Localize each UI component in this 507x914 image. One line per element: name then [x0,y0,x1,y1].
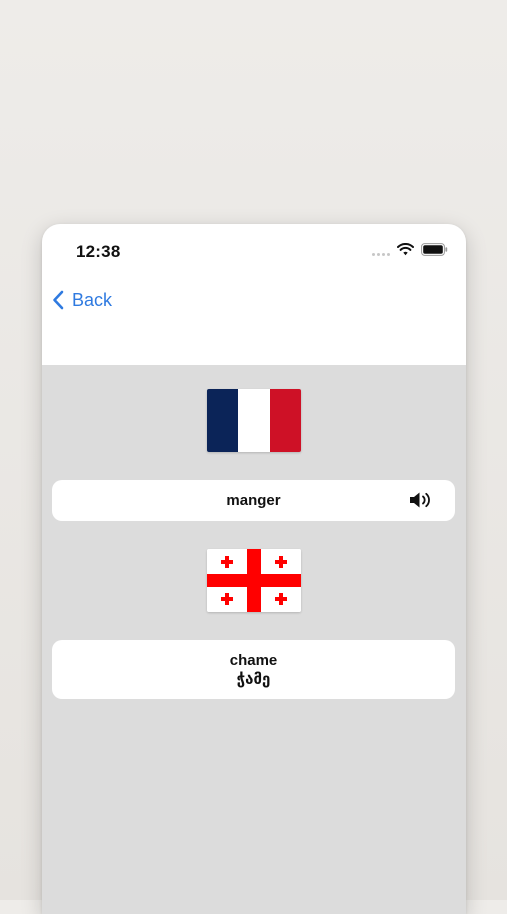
status-time: 12:38 [76,242,121,261]
transliteration-text: chame [229,652,278,669]
phone-screen: 12:38 Back manger chame ჭამე [42,224,466,914]
status-icons [372,243,448,256]
translation-content: manger chame ჭამე [42,365,466,914]
back-button[interactable]: Back [52,286,112,314]
source-word-card: manger [52,480,455,521]
wifi-icon [397,243,414,256]
france-flag [207,389,301,452]
georgian-word: ჭამე [236,670,271,688]
speaker-icon[interactable] [409,490,433,510]
cellular-signal-icon [372,244,390,256]
back-label: Back [72,289,113,310]
georgia-flag [207,549,301,612]
chevron-left-icon [53,290,64,310]
navigation-header: 12:38 Back [42,224,466,365]
battery-icon [421,243,448,256]
source-word: manger [226,492,281,509]
translation-card: chame ჭამე [52,640,455,699]
